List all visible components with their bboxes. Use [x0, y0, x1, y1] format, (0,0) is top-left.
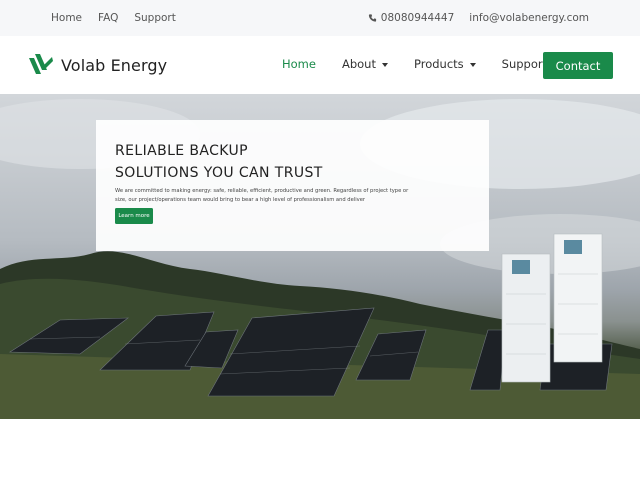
brand-logo[interactable]: Volab Energy [28, 52, 167, 78]
nav-about[interactable]: About [342, 57, 388, 72]
phone-number: 08080944447 [380, 12, 455, 24]
learn-more-button[interactable]: Learn more [115, 208, 153, 224]
nav-support[interactable]: Support [502, 57, 547, 72]
nav-support-label: Support [501, 57, 548, 71]
email-link[interactable]: info@volabenergy.com [469, 11, 589, 25]
contact-info: 08080944447 info@volabenergy.com [368, 11, 589, 25]
nav-products-label: Products [413, 57, 464, 71]
hero-description: We are committed to making energy: safe,… [115, 188, 409, 203]
top-link-faq[interactable]: FAQ [98, 11, 118, 25]
chevron-down-icon [469, 62, 476, 67]
top-link-home[interactable]: Home [51, 11, 82, 25]
phone-icon [368, 14, 376, 22]
hero-card: RELIABLE BACKUP SOLUTIONS YOU CAN TRUST … [96, 120, 489, 251]
hero-title: RELIABLE BACKUP SOLUTIONS YOU CAN TRUST [115, 140, 323, 184]
phone-contact[interactable]: 08080944447 [368, 11, 455, 25]
nav-about-label: About [341, 57, 376, 71]
main-nav: Home About Products Support [282, 57, 573, 72]
content-area [0, 419, 640, 480]
nav-home-label: Home [282, 57, 316, 71]
main-navbar: Volab Energy Home About Products Support… [0, 36, 640, 94]
volab-logo-icon [29, 54, 53, 74]
contact-button[interactable]: Contact [543, 52, 613, 79]
top-link-support[interactable]: Support [134, 11, 176, 25]
hero-title-line-1: RELIABLE BACKUP [115, 143, 248, 159]
nav-products[interactable]: Products [414, 57, 476, 72]
hero-title-line-2: SOLUTIONS YOU CAN TRUST [115, 165, 323, 181]
hero-section: RELIABLE BACKUP SOLUTIONS YOU CAN TRUST … [0, 94, 640, 419]
top-links: Home FAQ Support [51, 11, 192, 25]
brand-name: Volab Energy [61, 55, 168, 75]
chevron-down-icon [381, 62, 388, 67]
top-bar: Home FAQ Support 08080944447 info@volabe… [0, 0, 640, 36]
nav-home[interactable]: Home [282, 57, 316, 72]
